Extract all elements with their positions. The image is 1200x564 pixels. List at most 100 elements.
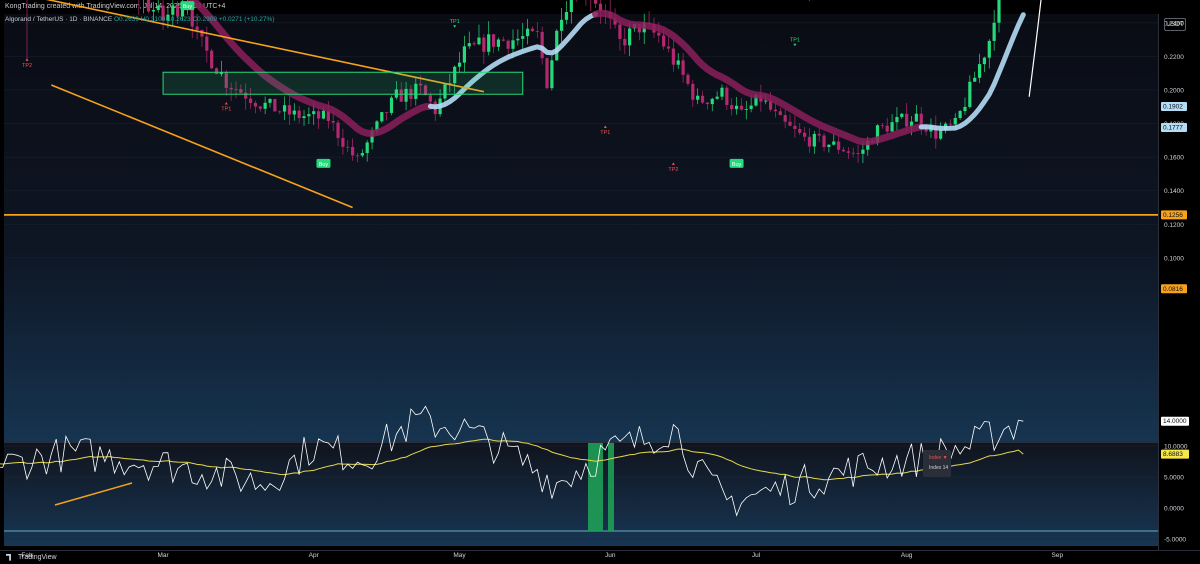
- take-profit-label: TP1: [450, 19, 460, 25]
- consolidation-zone[interactable]: [162, 71, 524, 95]
- candle-body: [341, 137, 345, 147]
- candle-body: [817, 133, 821, 136]
- candle-body: [710, 98, 714, 105]
- candle-body: [793, 125, 797, 129]
- indicator-pane-background: [4, 443, 1158, 546]
- indicator-status-box[interactable]: Index ▼ Index 14: [923, 450, 951, 477]
- take-profit-marker: [808, 0, 810, 1]
- candle-body: [798, 128, 802, 133]
- price-tick-label: 0.1200: [1164, 222, 1184, 229]
- price-axis[interactable]: 0.56000.54000.52000.50000.48000.46000.44…: [1158, 14, 1200, 550]
- candle-body: [671, 48, 675, 65]
- candle-body: [287, 105, 292, 115]
- candle-body: [827, 144, 831, 148]
- price-badge-text: 0.0816: [1163, 286, 1183, 293]
- indicator-axis-badge: 14.0000: [1161, 416, 1189, 426]
- time-tick-label: Jul: [752, 552, 761, 559]
- price-tick-label: 0.1600: [1164, 155, 1184, 162]
- candle-body: [803, 132, 807, 137]
- candle-body: [628, 28, 632, 46]
- indicator-tick-label: 5.0000: [1164, 475, 1184, 482]
- open-value: O0.2639: [113, 16, 139, 23]
- candle-body: [292, 110, 296, 115]
- candle-body: [564, 11, 569, 20]
- tradingview-logo: TradingView: [6, 552, 57, 564]
- indicator-tick-label: 10.0000: [1164, 444, 1188, 451]
- candle-body: [560, 19, 564, 31]
- candle-body: [428, 95, 432, 102]
- candle-body: [365, 142, 369, 154]
- candle-body: [832, 141, 836, 145]
- candle-body: [360, 153, 364, 156]
- candle-body: [846, 151, 850, 153]
- indicator-status-title: Index ▼: [929, 455, 948, 461]
- tradingview-mark-icon: [6, 553, 11, 561]
- candle-body: [968, 81, 972, 107]
- candle-body: [317, 111, 321, 119]
- candle-body: [550, 60, 554, 89]
- candle-body: [953, 117, 957, 125]
- candle-body: [725, 87, 729, 106]
- change-value: +0.0271 (+10.27%): [218, 16, 275, 23]
- time-axis-bar[interactable]: Feb Mar Apr May Jun Jul Aug Sep TradingView: [0, 550, 1200, 564]
- buy-signal-label[interactable]: Buy: [316, 158, 331, 168]
- candle-body: [258, 106, 262, 109]
- candle-body: [982, 57, 987, 65]
- candle-body: [516, 38, 520, 41]
- price-tick-label: 0.1000: [1164, 255, 1184, 262]
- candle-body: [491, 34, 496, 47]
- close-value: C0.2909: [192, 16, 218, 23]
- buy-signal-label[interactable]: Buy: [729, 158, 744, 168]
- candle-body: [525, 28, 530, 37]
- price-badge-text: 0.1777: [1163, 124, 1183, 131]
- candle-body: [477, 37, 481, 45]
- currency-unit-button[interactable]: USDT: [1164, 18, 1186, 31]
- candle-body: [346, 146, 350, 148]
- candle-body: [657, 32, 661, 36]
- candle-body: [467, 43, 471, 47]
- price-axis-badge: 0.1256: [1161, 210, 1187, 220]
- candle-body: [336, 122, 340, 138]
- main-chart[interactable]: SellTP1TP2BuySellTP1BuyTP1TP2SellTP1TP2B…: [0, 0, 1200, 564]
- candle-body: [151, 10, 155, 12]
- time-tick-label: Sep: [1052, 552, 1064, 559]
- symbol-name: Algorand / TetherUS · 1D · BINANCE: [5, 16, 113, 23]
- candle-body: [530, 28, 535, 32]
- candle-body: [696, 95, 700, 100]
- candle-body: [700, 95, 705, 103]
- time-tick-label: Jun: [605, 552, 616, 559]
- time-tick-label: May: [453, 552, 466, 559]
- candle-body: [273, 98, 277, 112]
- candle-body: [788, 121, 792, 126]
- tradingview-chart-screen: KongTrading created with TradingView.com…: [0, 0, 1200, 564]
- candle-body: [914, 113, 918, 122]
- candle-body: [841, 149, 846, 152]
- candle-body: [472, 43, 476, 45]
- candle-body: [205, 36, 209, 51]
- candle-body: [297, 110, 301, 119]
- candle-body: [807, 136, 812, 147]
- candle-body: [195, 26, 199, 30]
- indicator-highlight-zone: [608, 443, 614, 531]
- time-tick-label: Aug: [901, 552, 913, 559]
- price-badge-text: 0.1256: [1163, 212, 1183, 219]
- candle-body: [744, 109, 748, 110]
- indicator-highlight-zone: [588, 443, 603, 531]
- signal-text: Buy: [732, 162, 742, 168]
- candle-body: [555, 30, 559, 61]
- candle-body: [545, 58, 549, 89]
- price-badge-text: 0.1902: [1163, 103, 1183, 110]
- candle-body: [812, 133, 816, 147]
- buy-signal-label[interactable]: Buy: [180, 1, 195, 11]
- candle-body: [676, 60, 680, 65]
- candle-body: [977, 64, 982, 78]
- candle-body: [171, 5, 175, 15]
- candle-body: [302, 116, 306, 119]
- take-profit-label: TP2: [22, 63, 32, 69]
- indicator-tick-label: -5.0000: [1164, 537, 1186, 544]
- take-profit-label: TP1: [790, 38, 800, 44]
- price-axis-scale: 0.56000.54000.52000.50000.48000.46000.44…: [1161, 20, 1189, 544]
- candle-body: [958, 111, 962, 118]
- candle-body: [895, 116, 899, 123]
- price-axis-badge: 0.1902: [1161, 101, 1187, 111]
